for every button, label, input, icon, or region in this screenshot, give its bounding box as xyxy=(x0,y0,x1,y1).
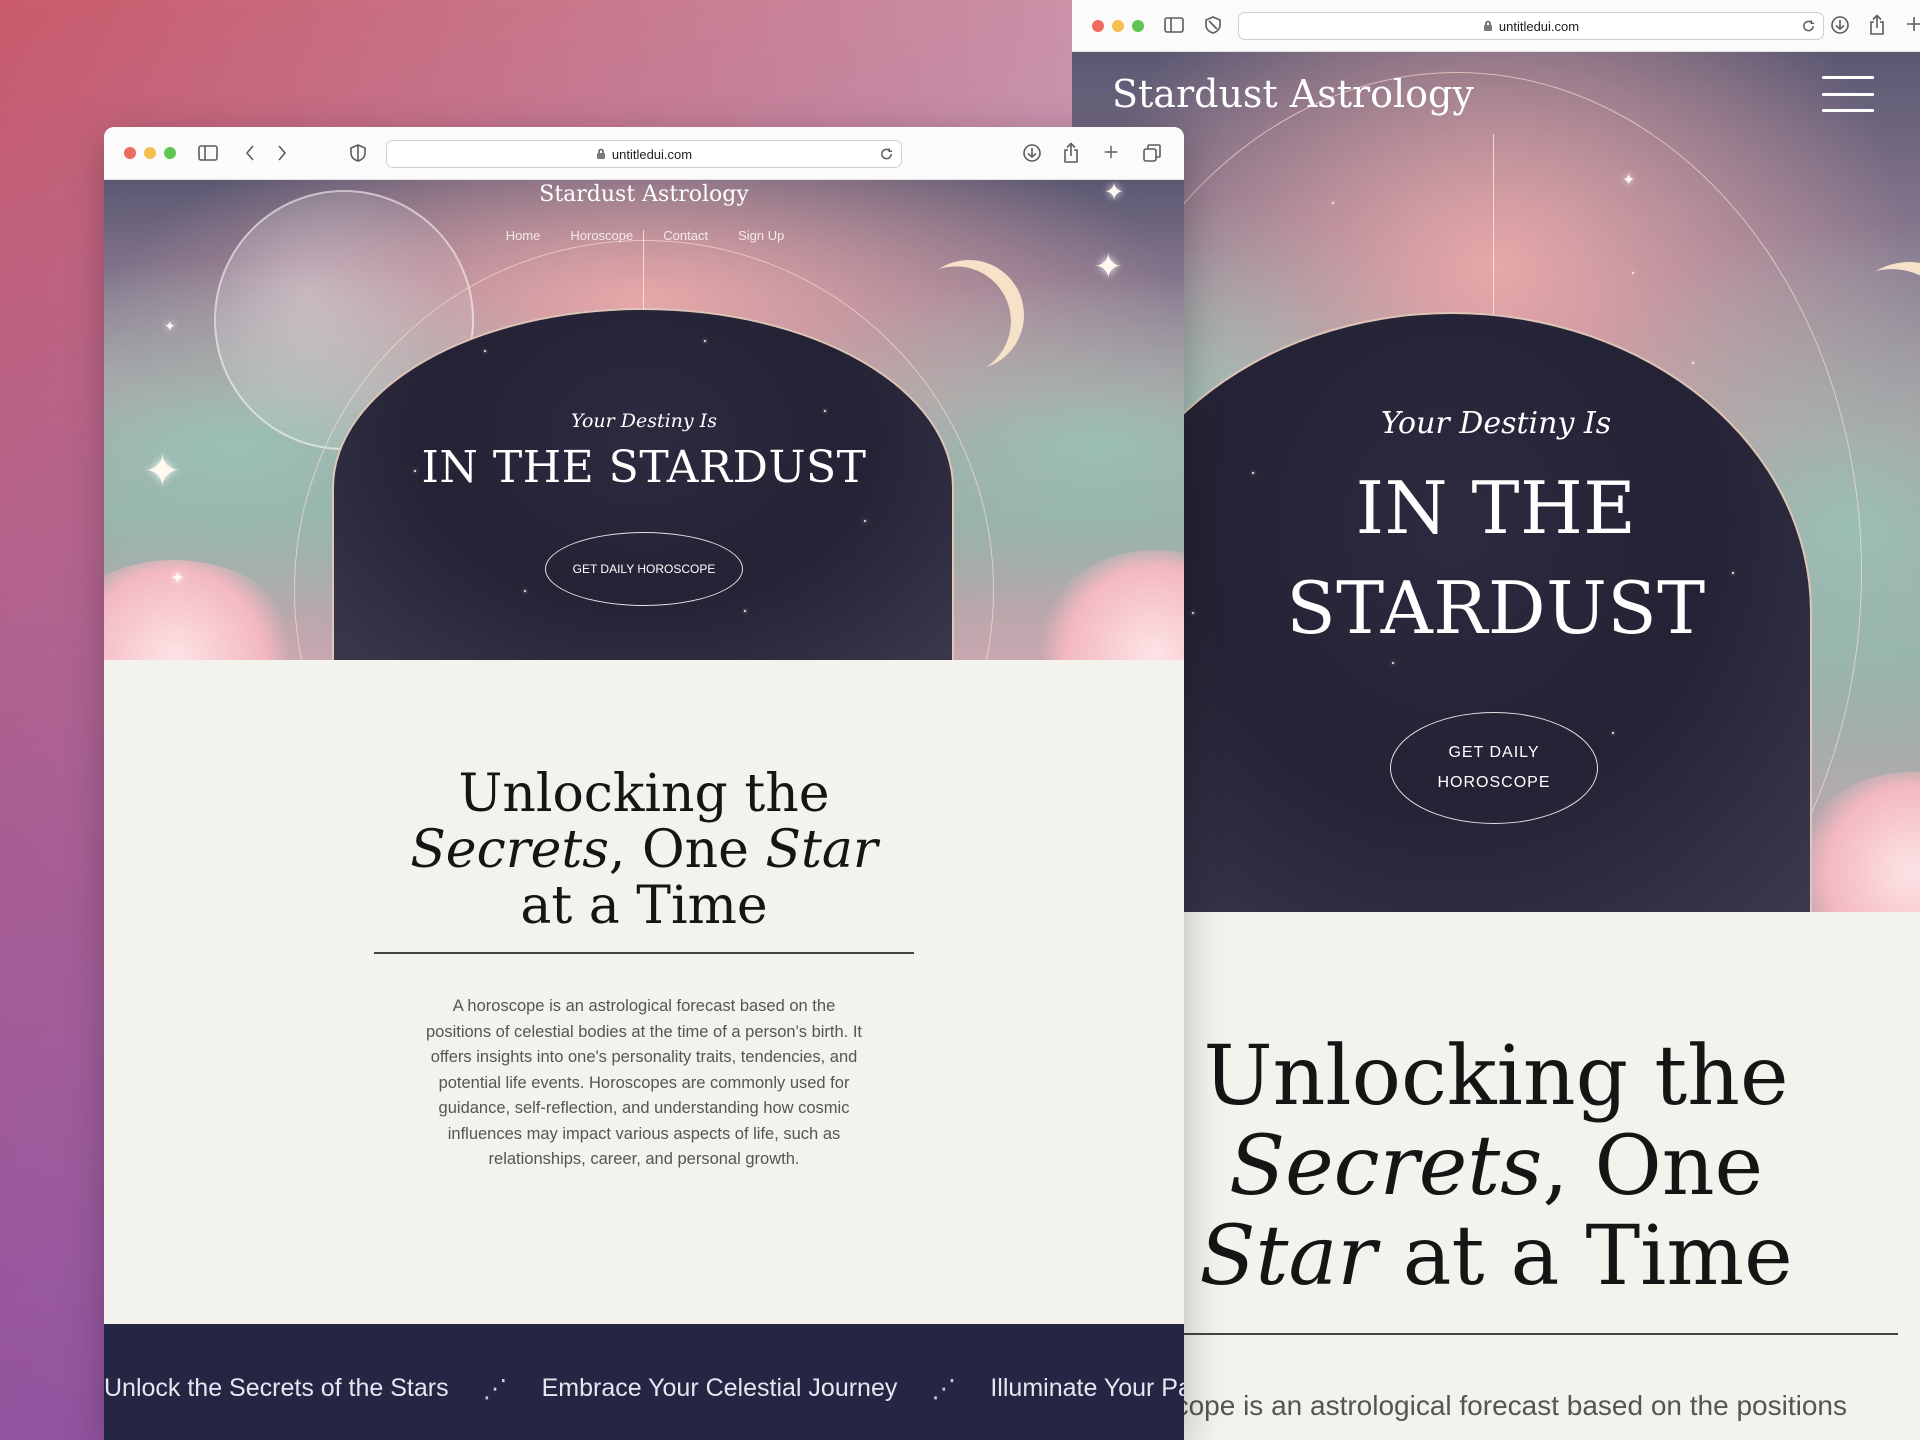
marquee-item: Unlock the Secrets of the Stars xyxy=(104,1374,449,1402)
reload-icon[interactable] xyxy=(1802,20,1815,33)
section-divider xyxy=(374,952,914,954)
star xyxy=(1692,362,1694,364)
intro-paragraph: A horoscope is an astrological forecast … xyxy=(425,997,863,1168)
site-brand[interactable]: Stardust Astrology xyxy=(104,182,1184,207)
site-brand[interactable]: Stardust Astrology xyxy=(1112,72,1474,116)
close-window-button[interactable] xyxy=(124,147,136,159)
hamburger-menu-icon[interactable] xyxy=(1822,76,1874,112)
tabs-overview-icon[interactable] xyxy=(1142,143,1162,163)
hero-kicker: Your Destiny Is xyxy=(571,410,717,432)
hero-title-line-1: IN THE xyxy=(1355,466,1637,550)
intro-heading: Unlocking the Secrets, One Star at a Tim… xyxy=(104,766,1184,934)
sparkle-icon: ✦ xyxy=(170,568,186,589)
address-bar[interactable]: untitledui.com xyxy=(1238,12,1824,40)
hero-section: ✦ ✦ Stardust Astrology Your Destiny Is I… xyxy=(1072,52,1920,912)
heading-text: at a Time xyxy=(520,876,768,936)
nav-contact[interactable]: Contact xyxy=(663,228,708,243)
heading-italic: Secrets xyxy=(410,820,609,880)
star xyxy=(744,610,746,612)
sparkle-icon: ⋰ xyxy=(931,1374,957,1403)
zoom-window-button[interactable] xyxy=(164,147,176,159)
nav-horoscope[interactable]: Horoscope xyxy=(570,228,633,243)
share-icon[interactable] xyxy=(1868,14,1886,36)
cta-label-line-1: GET DAILY xyxy=(1448,744,1540,761)
get-daily-horoscope-button[interactable]: GET DAILY HOROSCOPE xyxy=(1390,712,1598,824)
download-icon[interactable] xyxy=(1022,143,1042,163)
hero-title-line-2: STARDUST xyxy=(1286,566,1706,650)
share-icon[interactable] xyxy=(1062,142,1080,164)
heading-text: , One xyxy=(608,820,749,880)
shield-icon[interactable] xyxy=(350,144,366,162)
marquee-band: Unlock the Secrets of the Stars ⋰ Embrac… xyxy=(104,1324,1184,1440)
sparkle-icon: ✦ xyxy=(1094,247,1123,287)
get-daily-horoscope-button[interactable]: GET DAILY HOROSCOPE xyxy=(545,532,743,606)
lock-icon xyxy=(596,148,606,160)
minimize-window-button[interactable] xyxy=(144,147,156,159)
url-text: untitledui.com xyxy=(1498,18,1580,34)
nav-sign-up[interactable]: Sign Up xyxy=(738,228,784,243)
browser-toolbar: untitledui.com xyxy=(1072,0,1920,52)
heading-italic: Secrets xyxy=(1228,1119,1543,1214)
light-beam xyxy=(1493,134,1494,314)
heading-italic: Star xyxy=(765,820,878,880)
heading-text: at a Time xyxy=(1402,1209,1793,1304)
heading-text: Unlocking the xyxy=(1203,1029,1789,1124)
intro-section: Unlocking the Secrets, One Star at a Tim… xyxy=(1072,912,1920,1440)
download-icon[interactable] xyxy=(1830,15,1850,35)
main-nav: Home Horoscope Contact Sign Up xyxy=(104,228,1184,243)
marquee-item: Illuminate Your Pa xyxy=(990,1374,1184,1402)
reload-icon[interactable] xyxy=(880,148,893,161)
new-tab-plus-icon[interactable] xyxy=(1904,14,1920,34)
browser-window-desktop: untitledui.com ✦ ✦ ✦ ✦ ✦ Stardust Astrol… xyxy=(104,127,1184,1440)
chevron-left-icon[interactable] xyxy=(244,144,256,162)
sparkle-icon: ✦ xyxy=(1622,170,1636,189)
intro-paragraph-partial: oscope is an astrological forecast based… xyxy=(1145,1390,1847,1421)
heading-italic: Star xyxy=(1199,1209,1377,1304)
star xyxy=(524,590,526,592)
window-controls xyxy=(124,147,176,159)
close-window-button[interactable] xyxy=(1092,19,1104,32)
star xyxy=(1632,272,1634,274)
marquee-track: Unlock the Secrets of the Stars ⋰ Embrac… xyxy=(104,1374,1184,1403)
star xyxy=(704,340,706,342)
hero-kicker: Your Destiny Is xyxy=(1380,406,1612,441)
intro-heading: Unlocking the Secrets, One Star at a Tim… xyxy=(1072,1032,1920,1302)
minimize-window-button[interactable] xyxy=(1112,19,1124,32)
hero-title: IN THE STARDUST xyxy=(421,442,867,493)
heading-text: , One xyxy=(1542,1119,1764,1214)
section-divider xyxy=(1092,1333,1898,1335)
zoom-window-button[interactable] xyxy=(1132,19,1144,32)
intro-section: Unlocking the Secrets, One Star at a Tim… xyxy=(104,660,1184,1324)
star xyxy=(864,520,866,522)
star xyxy=(484,350,486,352)
sparkle-icon: ✦ xyxy=(164,319,176,335)
sparkle-icon: ⋰ xyxy=(482,1374,508,1403)
privacy-report-icon[interactable] xyxy=(1204,16,1222,34)
browser-toolbar: untitledui.com xyxy=(104,127,1184,180)
window-controls xyxy=(1092,19,1144,32)
hero-section: ✦ ✦ ✦ ✦ ✦ Stardust Astrology Home Horosc… xyxy=(104,180,1184,660)
nav-home[interactable]: Home xyxy=(506,228,541,243)
star xyxy=(1612,732,1614,734)
chevron-right-icon[interactable] xyxy=(276,144,288,162)
plus-icon[interactable] xyxy=(1102,143,1120,161)
cta-label-line-2: HOROSCOPE xyxy=(1437,774,1551,791)
address-bar[interactable]: untitledui.com xyxy=(386,140,902,168)
url-text: untitledui.com xyxy=(611,146,693,162)
marquee-item: Embrace Your Celestial Journey xyxy=(541,1374,898,1402)
lock-icon xyxy=(1483,20,1493,32)
star xyxy=(1392,662,1394,664)
heading-text: Unlocking the xyxy=(458,764,830,824)
browser-window-narrow: untitledui.com ✦ ✦ xyxy=(1072,0,1920,1440)
sidebar-icon[interactable] xyxy=(1164,16,1184,34)
star xyxy=(1332,202,1334,204)
sidebar-icon[interactable] xyxy=(198,144,218,162)
